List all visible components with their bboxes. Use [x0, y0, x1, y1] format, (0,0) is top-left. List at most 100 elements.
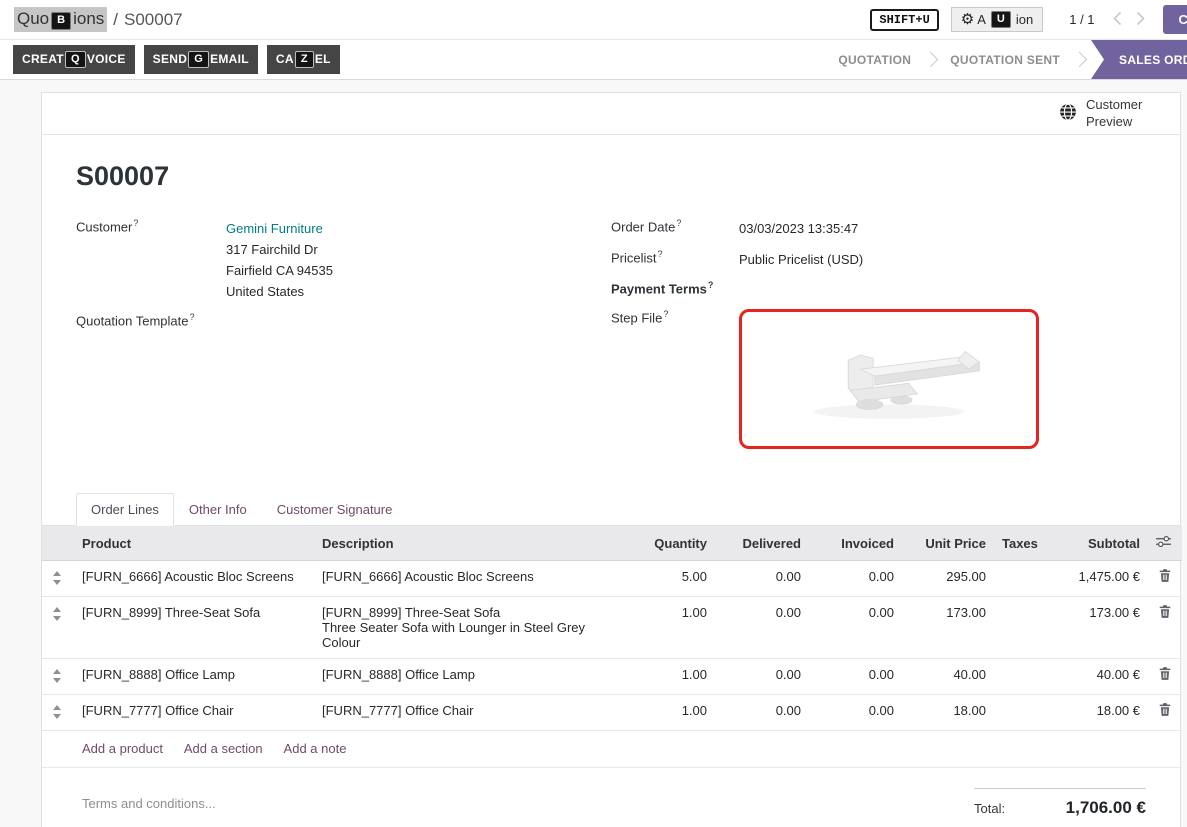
step-file-image[interactable]	[739, 309, 1039, 449]
table-row[interactable]: [FURN_6666] Acoustic Bloc Screens [FURN_…	[42, 561, 1182, 597]
cell-product[interactable]: [FURN_7777] Office Chair	[74, 695, 314, 731]
cell-subtotal: 18.00 €	[1040, 695, 1148, 731]
cell-unit-price[interactable]: 173.00	[902, 597, 994, 659]
cell-invoiced[interactable]: 0.00	[809, 561, 902, 597]
cell-quantity[interactable]: 1.00	[621, 695, 715, 731]
cell-unit-price[interactable]: 40.00	[902, 659, 994, 695]
add-a-note-link[interactable]: Add a note	[284, 741, 347, 756]
breadcrumb-bar: QuoBions / S00007 SHIFT+U ⚙ AUion 1 / 1 …	[0, 0, 1187, 40]
header-description[interactable]: Description	[314, 526, 621, 561]
cell-delivered[interactable]: 0.00	[715, 561, 809, 597]
delete-row-icon[interactable]	[1159, 703, 1171, 719]
send-email-label-post: EMAIL	[210, 52, 249, 66]
cell-description[interactable]: [FURN_7777] Office Chair	[314, 695, 621, 731]
cell-taxes[interactable]	[994, 695, 1040, 731]
pricelist-label-text: Pricelist	[611, 250, 657, 265]
header-options	[1148, 526, 1182, 561]
pager-value: 1 / 1	[1069, 12, 1094, 27]
cell-product[interactable]: [FURN_8888] Office Lamp	[74, 659, 314, 695]
header-unit-price[interactable]: Unit Price	[902, 526, 994, 561]
delete-row-icon[interactable]	[1159, 569, 1171, 585]
cancel-button[interactable]: CAZEL	[267, 45, 340, 75]
tab-other-info[interactable]: Other Info	[174, 493, 262, 526]
tab-customer-signature[interactable]: Customer Signature	[262, 493, 408, 526]
header-delivered[interactable]: Delivered	[715, 526, 809, 561]
table-row[interactable]: [FURN_8999] Three-Seat Sofa [FURN_8999] …	[42, 597, 1182, 659]
list-footer-links: Add a product Add a section Add a note	[42, 731, 1180, 768]
drag-handle-icon[interactable]	[52, 703, 62, 722]
header-subtotal[interactable]: Subtotal	[1040, 526, 1148, 561]
cell-subtotal: 40.00 €	[1040, 659, 1148, 695]
cell-invoiced[interactable]: 0.00	[809, 695, 902, 731]
cell-taxes[interactable]	[994, 561, 1040, 597]
optional-columns-icon[interactable]	[1156, 536, 1171, 551]
customer-link[interactable]: Gemini Furniture	[226, 221, 323, 236]
customer-preview-button[interactable]: Customer Preview	[1059, 97, 1154, 130]
breadcrumb-quotations-link[interactable]: QuoBions	[14, 7, 107, 32]
cell-product[interactable]: [FURN_6666] Acoustic Bloc Screens	[74, 561, 314, 597]
quotation-template-field[interactable]: Quotation Template?	[76, 312, 611, 328]
status-quotation-sent[interactable]: QUOTATION SENT	[934, 40, 1076, 79]
header-invoiced[interactable]: Invoiced	[809, 526, 902, 561]
cell-description[interactable]: [FURN_8888] Office Lamp	[314, 659, 621, 695]
cell-unit-price[interactable]: 18.00	[902, 695, 994, 731]
cancel-label-pre: CA	[276, 52, 294, 66]
add-a-section-link[interactable]: Add a section	[184, 741, 263, 756]
status-sales-order-active[interactable]: SALES ORDER	[1091, 40, 1187, 79]
cell-quantity[interactable]: 1.00	[621, 659, 715, 695]
pager-next-icon[interactable]	[1136, 11, 1145, 29]
header-product[interactable]: Product	[74, 526, 314, 561]
pager-previous-icon[interactable]	[1113, 11, 1122, 29]
drag-handle-icon[interactable]	[52, 569, 62, 588]
table-row[interactable]: [FURN_8888] Office Lamp [FURN_8888] Offi…	[42, 659, 1182, 695]
order-date-value[interactable]: 03/03/2023 13:35:47	[739, 218, 858, 239]
keyboard-hint-u: U	[991, 11, 1011, 29]
breadcrumb-current: S00007	[124, 10, 183, 30]
cell-product[interactable]: [FURN_8999] Three-Seat Sofa	[74, 597, 314, 659]
cell-taxes[interactable]	[994, 597, 1040, 659]
pricelist-value[interactable]: Public Pricelist (USD)	[739, 249, 863, 270]
terms-and-conditions-input[interactable]: Terms and conditions...	[82, 796, 216, 818]
header-taxes[interactable]: Taxes	[994, 526, 1040, 561]
cell-delivered[interactable]: 0.00	[715, 659, 809, 695]
cell-unit-price[interactable]: 295.00	[902, 561, 994, 597]
status-quotation[interactable]: QUOTATION	[822, 40, 927, 79]
step-file-preview	[751, 316, 1027, 443]
add-a-product-link[interactable]: Add a product	[82, 741, 163, 756]
delete-row-icon[interactable]	[1159, 605, 1171, 621]
gear-icon: ⚙	[961, 12, 974, 27]
step-file-label-text: Step File	[611, 311, 662, 326]
step-file-label: Step File?	[611, 309, 739, 449]
create-invoice-button[interactable]: CREATQVOICE	[13, 45, 135, 75]
help-icon: ?	[658, 249, 663, 259]
delete-row-icon[interactable]	[1159, 667, 1171, 683]
send-email-button[interactable]: SENDGEMAIL	[144, 45, 258, 75]
cell-delivered[interactable]: 0.00	[715, 695, 809, 731]
cell-quantity[interactable]: 5.00	[621, 561, 715, 597]
cell-taxes[interactable]	[994, 659, 1040, 695]
pricelist-label: Pricelist?	[611, 249, 739, 270]
payment-terms-label-text: Payment Terms	[611, 281, 707, 296]
globe-icon	[1059, 103, 1077, 124]
order-date-label: Order Date?	[611, 218, 739, 239]
totals-box: Total: 1,706.00 €	[974, 788, 1146, 818]
field-group: Customer? Gemini Furniture 317 Fairchild…	[76, 218, 1146, 459]
cell-invoiced[interactable]: 0.00	[809, 597, 902, 659]
quotation-template-label: Quotation Template?	[76, 312, 226, 328]
drag-handle-icon[interactable]	[52, 605, 62, 624]
action-menu-button[interactable]: ⚙ AUion	[951, 7, 1043, 33]
notebook-tabs: Order Lines Other Info Customer Signatur…	[42, 493, 1180, 526]
cell-description[interactable]: [FURN_8999] Three-Seat Sofa Three Seater…	[314, 597, 621, 659]
pricelist-field: Pricelist? Public Pricelist (USD)	[611, 249, 1146, 270]
cell-invoiced[interactable]: 0.00	[809, 659, 902, 695]
header-quantity[interactable]: Quantity	[621, 526, 715, 561]
create-button[interactable]: Create	[1163, 5, 1187, 34]
drag-handle-icon[interactable]	[52, 667, 62, 686]
cell-description[interactable]: [FURN_6666] Acoustic Bloc Screens	[314, 561, 621, 597]
tab-order-lines[interactable]: Order Lines	[76, 493, 174, 526]
cell-quantity[interactable]: 1.00	[621, 597, 715, 659]
cancel-label-post: EL	[315, 52, 331, 66]
table-row[interactable]: [FURN_7777] Office Chair [FURN_7777] Off…	[42, 695, 1182, 731]
cell-subtotal: 173.00 €	[1040, 597, 1148, 659]
cell-delivered[interactable]: 0.00	[715, 597, 809, 659]
